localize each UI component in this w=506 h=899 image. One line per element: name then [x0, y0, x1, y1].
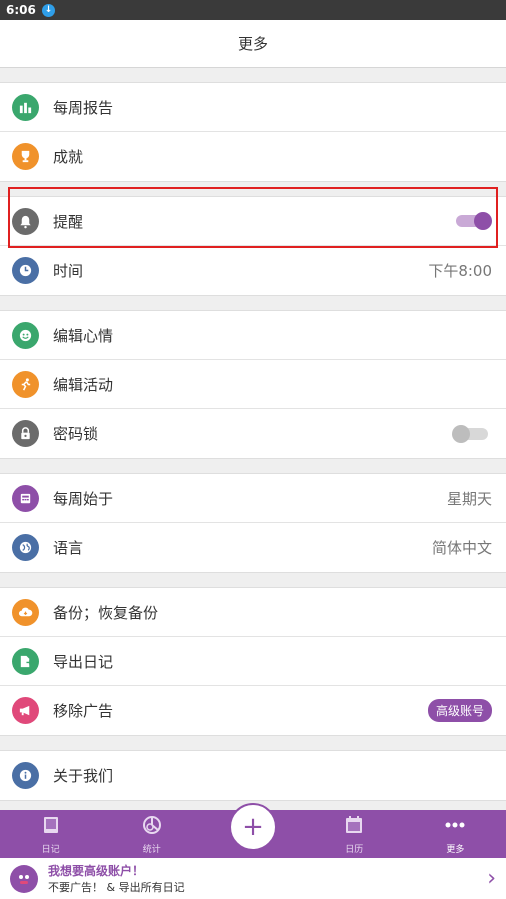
- bar-chart-icon: [12, 93, 39, 121]
- megaphone-icon: [12, 697, 39, 724]
- settings-label: 密码锁: [53, 425, 99, 443]
- calendar-icon: [343, 814, 365, 839]
- run-icon: [12, 370, 39, 398]
- premium-badge[interactable]: 高级账号: [427, 699, 492, 722]
- settings-row[interactable]: 成就: [0, 132, 506, 181]
- settings-group: 每周报告 成就: [0, 82, 506, 182]
- settings-row[interactable]: 每周报告: [0, 83, 506, 132]
- toggle-switch[interactable]: [452, 424, 488, 443]
- calendar-grid-icon: [12, 484, 39, 512]
- notification-icon: ↓: [41, 3, 55, 17]
- info-icon: [12, 762, 39, 789]
- clock-icon: [12, 257, 39, 284]
- settings-value: 星期天: [446, 489, 492, 508]
- tab-label: 统计: [142, 844, 161, 855]
- premium-subtitle: 不要广告！ & 导出所有日记: [48, 881, 185, 894]
- globe-icon: [12, 534, 39, 561]
- settings-row[interactable]: 备份；恢复备份: [0, 588, 506, 637]
- tab-pie-chart[interactable]: 统计: [101, 810, 202, 858]
- settings-row[interactable]: 导出日记: [0, 637, 506, 686]
- tab-more-dots[interactable]: 更多: [405, 810, 506, 858]
- tab-label: 更多: [446, 844, 465, 855]
- settings-label: 编辑心情: [53, 326, 114, 345]
- premium-title: 我想要高级账户！: [48, 864, 145, 878]
- book-icon: [40, 814, 62, 839]
- settings-group: 提醒时间 下午8:00: [0, 196, 506, 296]
- tab-label: 日历: [345, 844, 364, 855]
- settings-list: 每周报告成就提醒时间 下午8:00 编辑心情编辑活动密码锁每周始于 星期天语言 简体中文…: [0, 68, 506, 810]
- app-header: 更多: [0, 20, 506, 68]
- bell-icon: [12, 207, 39, 235]
- settings-group: 备份；恢复备份 导出日记移除广告 高级账号: [0, 587, 506, 736]
- settings-label: 关于我们: [53, 767, 114, 785]
- lock-icon: [12, 420, 39, 447]
- settings-row[interactable]: 提醒: [0, 197, 506, 246]
- export-icon: [12, 647, 39, 675]
- settings-row[interactable]: 每周始于 星期天: [0, 474, 506, 523]
- settings-label: 时间: [53, 262, 84, 280]
- settings-value: 简体中文: [431, 539, 492, 557]
- settings-row[interactable]: 语言 简体中文: [0, 523, 506, 572]
- settings-label: 每周报告: [53, 98, 114, 117]
- settings-label: 编辑活动: [53, 375, 114, 394]
- settings-row[interactable]: 时间 下午8:00: [0, 246, 506, 295]
- settings-group: 编辑心情编辑活动密码锁: [0, 310, 506, 459]
- premium-banner[interactable]: 我想要高级账户！ 不要广告！ & 导出所有日记 ›: [0, 858, 506, 899]
- mascot-avatar: [10, 864, 38, 893]
- tab-calendar[interactable]: 日历: [304, 810, 405, 858]
- chevron-right-icon: ›: [487, 866, 496, 891]
- smile-icon: [12, 321, 39, 349]
- add-entry-button[interactable]: +: [229, 803, 277, 851]
- settings-row[interactable]: 编辑心情: [0, 311, 506, 360]
- trophy-icon: [12, 143, 39, 170]
- settings-label: 备份；恢复备份: [53, 603, 159, 622]
- settings-row[interactable]: 关于我们: [0, 751, 506, 800]
- toggle-knob: [474, 212, 492, 230]
- tab-book[interactable]: 日记: [0, 810, 101, 858]
- settings-label: 成就: [53, 148, 84, 166]
- settings-row[interactable]: 编辑活动: [0, 360, 506, 409]
- settings-label: 导出日记: [53, 652, 114, 671]
- settings-value: 下午8:00: [428, 262, 492, 280]
- cloud-icon: [12, 598, 39, 626]
- settings-row[interactable]: 移除广告 高级账号: [0, 686, 506, 735]
- page-title: 更多: [237, 35, 268, 53]
- status-time: 6:06: [6, 3, 36, 17]
- settings-row[interactable]: 密码锁: [0, 409, 506, 458]
- settings-label: 提醒: [53, 212, 84, 231]
- settings-group: 每周始于 星期天语言 简体中文: [0, 473, 506, 573]
- settings-label: 移除广告: [53, 702, 114, 720]
- toggle-switch[interactable]: [456, 212, 492, 230]
- tab-label: 日记: [41, 844, 60, 855]
- more-dots-icon: [444, 814, 466, 839]
- pie-chart-icon: [141, 814, 163, 839]
- settings-group: 关于我们: [0, 750, 506, 801]
- settings-label: 每周始于: [53, 489, 114, 508]
- status-bar: 6:06 ↓: [0, 0, 506, 20]
- settings-label: 语言: [53, 539, 84, 557]
- toggle-knob: [452, 424, 470, 443]
